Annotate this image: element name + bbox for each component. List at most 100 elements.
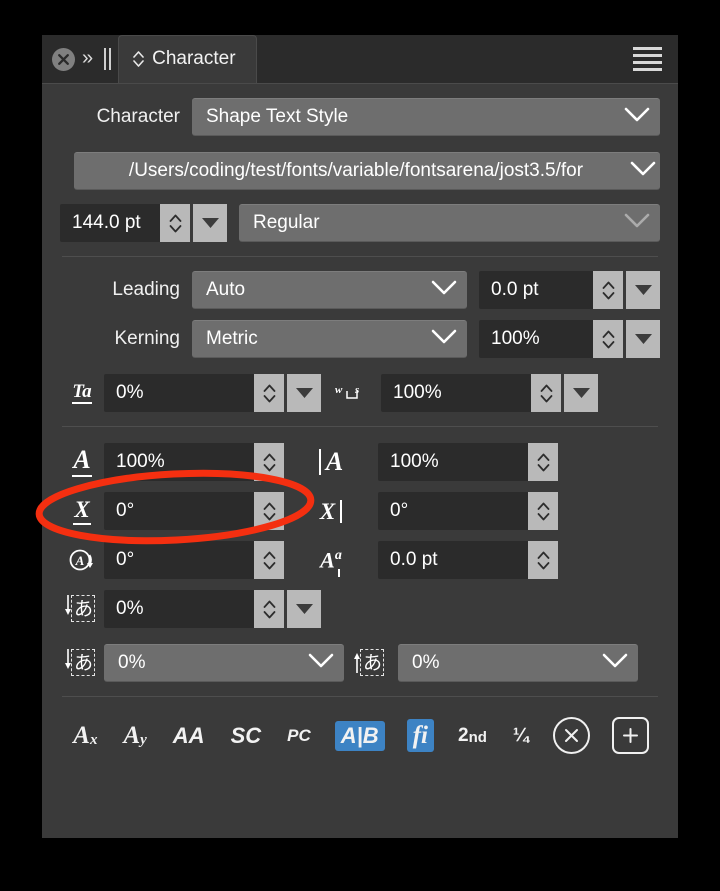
tracking-input[interactable]: 0%: [104, 374, 254, 412]
kerning-toggle-button[interactable]: A|B: [334, 720, 385, 751]
rotation-stepper[interactable]: [254, 541, 284, 579]
cjk-top-spacing-value: 0%: [118, 652, 146, 673]
horizontal-skew-stepper[interactable]: [254, 492, 284, 530]
vertical-skew-icon: X: [284, 499, 378, 523]
text-style-label: Character: [96, 106, 180, 127]
ordinals-label: 2: [457, 725, 469, 746]
chevron-down-icon: [624, 106, 650, 128]
divider-1: [62, 256, 658, 257]
subscript-button[interactable]: Ax: [71, 719, 99, 752]
baseline-shift-input[interactable]: 0.0 pt: [378, 541, 528, 579]
tracking-stepper[interactable]: [254, 374, 284, 412]
leading-dropdown-button[interactable]: [626, 271, 660, 309]
superscript-sup: y: [140, 732, 147, 748]
tab-bar-tools: »: [42, 35, 113, 83]
tracking-dropdown-button[interactable]: [287, 374, 321, 412]
cjk-pair-row: あ 0% あ 0%: [60, 644, 660, 682]
leading-label: Leading: [112, 279, 180, 300]
vertical-scale-stepper[interactable]: [528, 443, 558, 481]
kerning-mode-dropdown[interactable]: Metric: [192, 320, 467, 358]
panel-tab-bar: » Character: [42, 35, 678, 84]
tab-character[interactable]: Character: [119, 35, 256, 83]
kerning-stepper[interactable]: [593, 320, 623, 358]
hamburger-menu-icon[interactable]: [631, 43, 664, 75]
chevron-down-icon: [602, 652, 628, 674]
tracking-icon: Ta: [72, 381, 92, 404]
leading-row: Leading Auto 0.0 pt: [60, 271, 660, 309]
chevron-down-icon: [630, 160, 656, 182]
chevron-down-icon: [431, 279, 457, 301]
character-rotation-icon: A: [60, 546, 104, 574]
all-caps-button[interactable]: AA: [171, 721, 207, 751]
horizontal-skew-icon: X: [60, 498, 104, 525]
skew-row: X 0° X 0°: [60, 492, 660, 530]
chevron-down-icon: [624, 212, 650, 234]
font-family-value: /Users/coding/test/fonts/variable/fontsa…: [128, 160, 584, 181]
font-family-row: /Users/coding/test/fonts/variable/fontsa…: [60, 152, 660, 190]
horizontal-scale-icon: A: [60, 447, 104, 477]
rotation-input[interactable]: 0°: [104, 541, 254, 579]
font-size-dropdown-button[interactable]: [193, 204, 227, 242]
vertical-scale-icon: A: [284, 449, 378, 475]
panel-drag-grip[interactable]: [104, 48, 112, 70]
word-space-icon: w s: [321, 382, 381, 404]
leading-mode-value: Auto: [206, 279, 246, 300]
word-space-dropdown-button[interactable]: [564, 374, 598, 412]
horizontal-scale-stepper[interactable]: [254, 443, 284, 481]
svg-text:w: w: [335, 384, 343, 396]
ordinals-sup: nd: [468, 729, 487, 746]
vertical-scale-field: 100%: [378, 443, 558, 481]
baseline-shift-icon: Aa: [284, 548, 378, 578]
add-plus-square-icon[interactable]: [611, 717, 649, 754]
font-size-control: 144.0 pt: [60, 204, 227, 242]
ligatures-button[interactable]: fi: [406, 719, 434, 752]
text-style-value: Shape Text Style: [206, 106, 349, 127]
leading-value-input[interactable]: 0.0 pt: [479, 271, 593, 309]
cjk-leading-row: あ 0%: [60, 590, 660, 628]
word-space-input[interactable]: 100%: [381, 374, 531, 412]
horizontal-skew-field: 0°: [104, 492, 284, 530]
kerning-mode-value: Metric: [206, 328, 258, 349]
petite-caps-button[interactable]: PC: [285, 723, 313, 748]
ordinals-button[interactable]: 2nd: [456, 722, 489, 749]
fractions-button[interactable]: ¼: [511, 722, 531, 749]
font-size-row: 144.0 pt Regular: [60, 204, 660, 242]
scale-row: A 100% A 100%: [60, 443, 660, 481]
kerning-row: Kerning Metric 100%: [60, 320, 660, 358]
rotation-row: A 0° Aa 0.0 pt: [60, 541, 660, 579]
cjk-leading-dropdown-button[interactable]: [287, 590, 321, 628]
small-caps-button[interactable]: SC: [229, 721, 264, 751]
close-circle-icon[interactable]: [52, 47, 75, 71]
vertical-skew-stepper[interactable]: [528, 492, 558, 530]
kerning-value-input[interactable]: 100%: [479, 320, 593, 358]
cjk-bottom-spacing-dropdown[interactable]: 0%: [398, 644, 638, 682]
leading-mode-dropdown[interactable]: Auto: [192, 271, 467, 309]
font-family-dropdown[interactable]: /Users/coding/test/fonts/variable/fontsa…: [74, 152, 660, 190]
leading-stepper[interactable]: [593, 271, 623, 309]
subscript-sub: x: [89, 732, 98, 748]
panel-content: Character Shape Text Style /Users/coding…: [42, 84, 678, 754]
font-size-stepper[interactable]: [160, 204, 190, 242]
text-style-row: Character Shape Text Style: [60, 98, 660, 136]
double-chevron-right-icon[interactable]: »: [82, 48, 93, 70]
kerning-dropdown-button[interactable]: [626, 320, 660, 358]
vertical-skew-input[interactable]: 0°: [378, 492, 528, 530]
cjk-top-spacing-dropdown[interactable]: 0%: [104, 644, 344, 682]
subscript-label: A: [73, 722, 90, 749]
tracking-control: 0%: [104, 374, 321, 412]
divider-3: [62, 696, 658, 697]
baseline-shift-stepper[interactable]: [528, 541, 558, 579]
vertical-scale-input[interactable]: 100%: [378, 443, 528, 481]
horizontal-scale-input[interactable]: 100%: [104, 443, 254, 481]
vertical-skew-field: 0°: [378, 492, 558, 530]
cjk-leading-stepper[interactable]: [254, 590, 284, 628]
font-style-dropdown[interactable]: Regular: [239, 204, 660, 242]
text-style-dropdown[interactable]: Shape Text Style: [192, 98, 660, 136]
font-size-input[interactable]: 144.0 pt: [60, 204, 160, 242]
horizontal-skew-input[interactable]: 0°: [104, 492, 254, 530]
chevron-down-icon: [308, 652, 334, 674]
cjk-leading-input[interactable]: 0%: [104, 590, 254, 628]
word-space-stepper[interactable]: [531, 374, 561, 412]
superscript-button[interactable]: Ay: [121, 719, 148, 752]
clear-circle-x-icon[interactable]: [552, 717, 590, 754]
